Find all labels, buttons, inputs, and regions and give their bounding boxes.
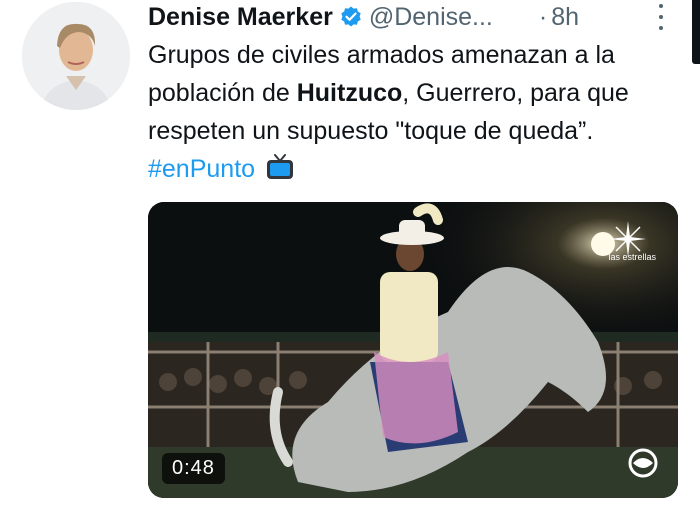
video-thumbnail [148, 202, 678, 498]
video-player[interactable]: las estrellas 0:48 [148, 202, 678, 498]
more-options-icon[interactable] [658, 4, 664, 30]
person-avatar-icon [22, 2, 130, 110]
verified-badge-icon [341, 6, 361, 27]
video-duration: 0:48 [162, 453, 225, 484]
tweet-timestamp[interactable]: 8h [551, 3, 579, 32]
watermark-label: las estrellas [608, 252, 656, 262]
author-name[interactable]: Denise Maerker [148, 3, 333, 32]
tweet-text-bold: Huitzuco [296, 79, 403, 107]
tweet-text: Grupos de civiles armados amenazan a la … [148, 36, 668, 188]
author-handle[interactable]: @Denise... [369, 3, 493, 32]
scrollbar[interactable] [692, 0, 700, 64]
hashtag-link[interactable]: #enPunto [148, 155, 255, 183]
author-avatar[interactable] [22, 2, 130, 110]
tv-icon [267, 154, 293, 179]
tweet-header: Denise Maerker @Denise... · 8h [148, 0, 660, 34]
timestamp-separator: · [538, 2, 548, 31]
network-logo-icon [628, 448, 658, 478]
